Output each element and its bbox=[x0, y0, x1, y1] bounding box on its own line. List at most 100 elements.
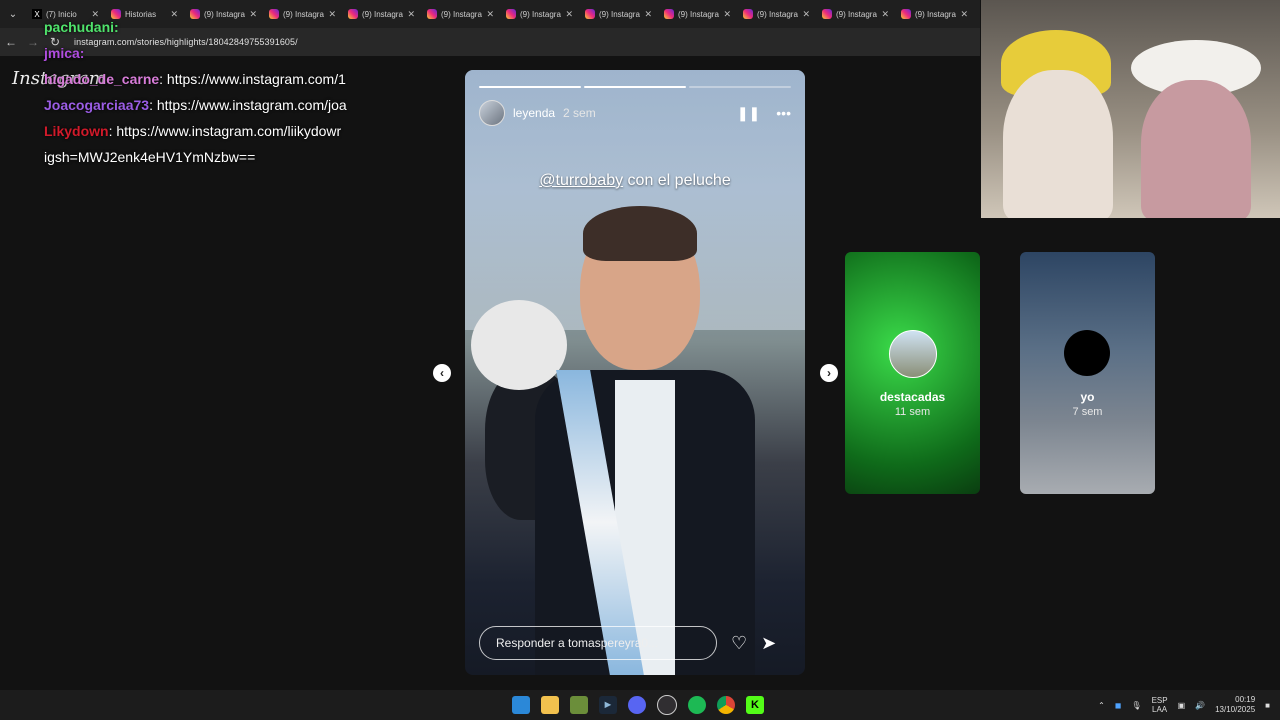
highlight-title: destacadas bbox=[879, 390, 946, 404]
instagram-icon bbox=[585, 9, 595, 19]
microphone-icon[interactable]: 🎙 bbox=[1131, 701, 1141, 710]
story-time: 2 sem bbox=[563, 106, 596, 120]
story-progress-bar bbox=[479, 86, 791, 88]
highlight-time: 11 sem bbox=[894, 406, 931, 418]
stream-chat-overlay: pachudani: jmica: higado_de_carne: https:/… bbox=[14, 14, 364, 170]
chat-username: Joacogarciaa73 bbox=[44, 97, 150, 113]
browser-tab[interactable]: (9) Instagram ✕ bbox=[421, 0, 500, 28]
chat-username: jmica: bbox=[44, 45, 85, 61]
spotify-icon[interactable] bbox=[688, 696, 706, 714]
progress-segment bbox=[479, 86, 581, 88]
browser-tab[interactable]: (9) Instagram ✕ bbox=[816, 0, 895, 28]
panda-plush-head bbox=[471, 300, 567, 390]
more-options-icon[interactable]: ••• bbox=[776, 105, 791, 121]
chat-message: igsh=MWJ2enk4eHV1YmNzbw== bbox=[14, 144, 364, 170]
story-viewer[interactable]: leyenda 2 sem ❚❚ ••• @turrobaby con el p… bbox=[465, 70, 805, 675]
discord-icon[interactable] bbox=[628, 696, 646, 714]
system-tray: ⌃ ◼ 🎙 ESP LAA ▣ 🔊 00:19 13/10/2025 ■ bbox=[1098, 690, 1270, 720]
instagram-icon bbox=[427, 9, 437, 19]
next-story-chevron-icon[interactable]: › bbox=[820, 364, 838, 382]
chat-username: higado_de_carne bbox=[44, 71, 160, 87]
language-indicator[interactable]: ESP LAA bbox=[1152, 696, 1168, 714]
highlight-title: yo bbox=[1080, 390, 1095, 404]
chat-text: : https://www.instagram.com/1 bbox=[159, 71, 346, 87]
tab-label: (9) Instagram bbox=[757, 9, 798, 19]
story-avatar[interactable] bbox=[479, 100, 505, 126]
chat-username: pachudani: bbox=[44, 19, 119, 35]
network-icon[interactable]: ▣ bbox=[1178, 701, 1186, 710]
instagram-icon bbox=[901, 9, 911, 19]
highlight-avatar bbox=[889, 330, 937, 378]
highlight-avatar bbox=[1064, 330, 1110, 376]
heart-icon[interactable]: ♡ bbox=[731, 633, 747, 654]
progress-segment bbox=[689, 86, 791, 88]
tab-label: (9) Instagram bbox=[599, 9, 640, 19]
obs-icon[interactable] bbox=[657, 695, 677, 715]
story-header: leyenda 2 sem ❚❚ ••• bbox=[479, 100, 791, 126]
chat-message: higado_de_carne: https://www.instagram.c… bbox=[14, 66, 364, 92]
tab-close-icon[interactable]: ✕ bbox=[565, 9, 573, 20]
previous-story-chevron-icon[interactable]: ‹ bbox=[433, 364, 451, 382]
instagram-icon bbox=[822, 9, 832, 19]
lang-code: ESP bbox=[1151, 696, 1168, 705]
tab-close-icon[interactable]: ✕ bbox=[960, 9, 968, 20]
tab-close-icon[interactable]: ✕ bbox=[486, 9, 494, 20]
windows-taskbar: ► K ⌃ ◼ 🎙 ESP LAA ▣ 🔊 00:19 13/10/2025 ■ bbox=[0, 690, 1280, 720]
lang-layout: LAA bbox=[1152, 705, 1168, 714]
chat-message: jmica: bbox=[14, 40, 364, 66]
progress-segment bbox=[584, 86, 686, 88]
caption-mention[interactable]: @turrobaby bbox=[539, 172, 623, 189]
streamer-left bbox=[1003, 70, 1113, 218]
tab-label: (9) Instagram bbox=[836, 9, 877, 19]
highlight-card-destacadas[interactable]: destacadas 11 sem bbox=[845, 252, 980, 494]
person-hair bbox=[583, 206, 697, 261]
tab-label: (9) Instagram bbox=[441, 9, 482, 19]
chat-message: Joacogarciaa73: https://www.instagram.co… bbox=[14, 92, 364, 118]
reply-input[interactable]: Responder a tomaspereyra0... bbox=[479, 626, 717, 660]
file-explorer-icon[interactable] bbox=[541, 696, 559, 714]
instagram-icon bbox=[506, 9, 516, 19]
tab-close-icon[interactable]: ✕ bbox=[802, 9, 810, 20]
chat-message: Likydown: https://www.instagram.com/liik… bbox=[14, 118, 364, 144]
pause-icon[interactable]: ❚❚ bbox=[737, 105, 760, 122]
chat-text: : https://www.instagram.com/joa bbox=[149, 97, 347, 113]
webcam-overlay bbox=[981, 0, 1280, 218]
highlight-time: 7 sem bbox=[1072, 406, 1103, 418]
tab-close-icon[interactable]: ✕ bbox=[723, 9, 731, 20]
highlight-card-yo[interactable]: yo 7 sem bbox=[1020, 252, 1155, 494]
caption-text: con el peluche bbox=[623, 172, 731, 189]
tab-close-icon[interactable]: ✕ bbox=[881, 9, 889, 20]
tab-label: (9) Instagram bbox=[362, 9, 403, 19]
instagram-icon bbox=[664, 9, 674, 19]
tab-label: (9) Instagram bbox=[678, 9, 719, 19]
browser-tab[interactable]: (9) Instagram ✕ bbox=[500, 0, 579, 28]
minecraft-icon[interactable] bbox=[570, 696, 588, 714]
chat-message: pachudani: bbox=[14, 14, 364, 40]
clock-time: 00:19 bbox=[1235, 695, 1256, 704]
tab-label: (9) Instagram bbox=[520, 9, 561, 19]
chat-text: igsh=MWJ2enk4eHV1YmNzbw== bbox=[44, 149, 256, 165]
chat-text: : https://www.instagram.com/liikydowr bbox=[108, 123, 342, 139]
browser-tab[interactable]: (9) Instagram ✕ bbox=[579, 0, 658, 28]
show-hidden-icons-chevron-icon[interactable]: ⌃ bbox=[1098, 701, 1105, 710]
security-shield-icon[interactable]: ◼ bbox=[1115, 701, 1122, 710]
tab-close-icon[interactable]: ✕ bbox=[407, 9, 415, 20]
chat-username: Likydown bbox=[44, 123, 109, 139]
instagram-icon bbox=[743, 9, 753, 19]
chrome-icon[interactable] bbox=[717, 696, 735, 714]
kick-icon[interactable]: K bbox=[746, 696, 764, 714]
story-username[interactable]: leyenda bbox=[513, 106, 555, 120]
browser-tab[interactable]: (9) Instagram ✕ bbox=[895, 0, 974, 28]
clock-date: 13/10/2025 bbox=[1215, 705, 1256, 714]
steam-icon[interactable]: ► bbox=[599, 696, 617, 714]
taskbar-clock[interactable]: 00:19 13/10/2025 bbox=[1215, 695, 1255, 715]
send-icon[interactable]: ➤ bbox=[761, 633, 776, 654]
streamer-right bbox=[1141, 80, 1251, 218]
notification-bell-icon[interactable]: ■ bbox=[1265, 701, 1270, 710]
volume-icon[interactable]: 🔊 bbox=[1195, 701, 1205, 710]
windows-start-icon[interactable] bbox=[512, 696, 530, 714]
tab-close-icon[interactable]: ✕ bbox=[644, 9, 652, 20]
browser-tab[interactable]: (9) Instagram ✕ bbox=[737, 0, 816, 28]
browser-tab[interactable]: (9) Instagram ✕ bbox=[658, 0, 737, 28]
story-reply-bar: Responder a tomaspereyra0... ♡ ➤ bbox=[479, 625, 791, 661]
